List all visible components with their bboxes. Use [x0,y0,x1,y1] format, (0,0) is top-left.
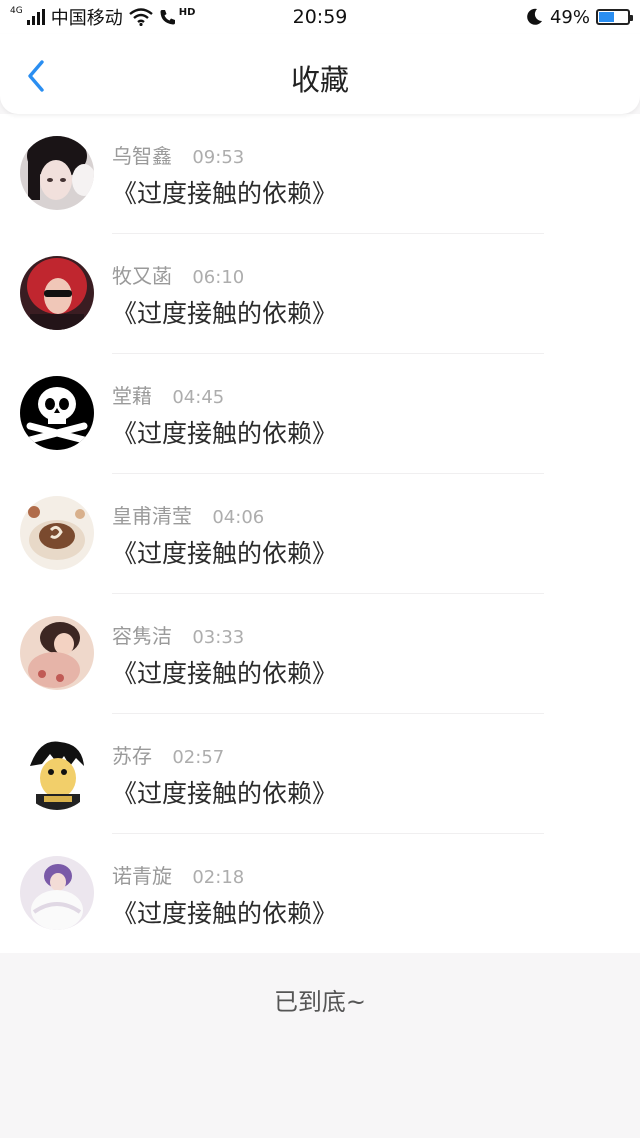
item-title: 《过度接触的依赖》 [112,299,338,328]
item-meta: 容隽洁 03:33 [112,620,244,649]
avatar [20,136,94,210]
list-item[interactable]: 堂藉 04:45 《过度接触的依赖》 [0,354,640,474]
avatar [20,496,94,570]
item-time: 04:06 [212,507,265,528]
nav-bar: 收藏 [0,34,640,114]
item-title: 《过度接触的依赖》 [112,779,338,808]
favorites-page: 4G 中国移动 HD 20:59 49% 收藏 乌智鑫 09:53 《过度接触的… [0,0,640,1138]
item-title: 《过度接触的依赖》 [112,419,338,448]
item-meta: 皇甫清莹 04:06 [112,500,264,529]
item-meta: 苏存 02:57 [112,740,224,769]
status-right: 49% [524,6,633,28]
list-item[interactable]: 诺青旋 02:18 《过度接触的依赖》 [0,834,640,954]
item-time: 02:57 [172,747,225,768]
author-name: 苏存 [112,744,152,768]
network-type: 4G [10,6,23,16]
author-name: 皇甫清莹 [112,504,192,528]
avatar [20,856,94,930]
item-title: 《过度接触的依赖》 [112,659,338,688]
page-title: 收藏 [290,63,349,97]
status-bar: 4G 中国移动 HD 20:59 49% [0,0,640,34]
end-of-list-text: 已到底~ [273,988,367,1016]
item-meta: 诺青旋 02:18 [112,860,244,889]
avatar [20,616,94,690]
favorites-list: 乌智鑫 09:53 《过度接触的依赖》 牧又菡 06:10 《过度接触的依赖》 … [0,114,640,953]
item-time: 06:10 [192,267,245,288]
list-item[interactable]: 容隽洁 03:33 《过度接触的依赖》 [0,594,640,714]
author-name: 诺青旋 [112,864,172,888]
call-icon [160,10,175,25]
author-name: 堂藉 [112,384,152,408]
avatar [20,256,94,330]
list-item[interactable]: 牧又菡 06:10 《过度接触的依赖》 [0,234,640,354]
list-item[interactable]: 苏存 02:57 《过度接触的依赖》 [0,714,640,834]
avatar [20,376,94,450]
moon-icon [527,8,542,25]
list-item[interactable]: 皇甫清莹 04:06 《过度接触的依赖》 [0,474,640,594]
status-left: 4G 中国移动 HD [10,4,195,30]
item-meta: 堂藉 04:45 [112,380,224,409]
battery-percent: 49% [549,6,590,28]
item-time: 09:53 [192,147,245,168]
battery-level [599,12,614,22]
avatar [20,736,94,810]
item-title: 《过度接触的依赖》 [112,539,338,568]
list-item[interactable]: 乌智鑫 09:53 《过度接触的依赖》 [0,114,640,234]
author-name: 乌智鑫 [112,144,172,168]
item-time: 02:18 [192,867,245,888]
battery-icon [596,9,633,25]
item-title: 《过度接触的依赖》 [112,179,338,208]
hd-icon: HD [178,6,196,18]
item-meta: 牧又菡 06:10 [112,260,244,289]
author-name: 容隽洁 [112,624,172,648]
author-name: 牧又菡 [112,264,172,288]
item-time: 04:45 [172,387,225,408]
signal-icon [26,9,45,25]
carrier-name: 中国移动 [50,8,123,29]
item-meta: 乌智鑫 09:53 [112,140,244,169]
item-time: 03:33 [192,627,245,648]
item-title: 《过度接触的依赖》 [112,899,338,928]
wifi-icon [128,8,153,26]
